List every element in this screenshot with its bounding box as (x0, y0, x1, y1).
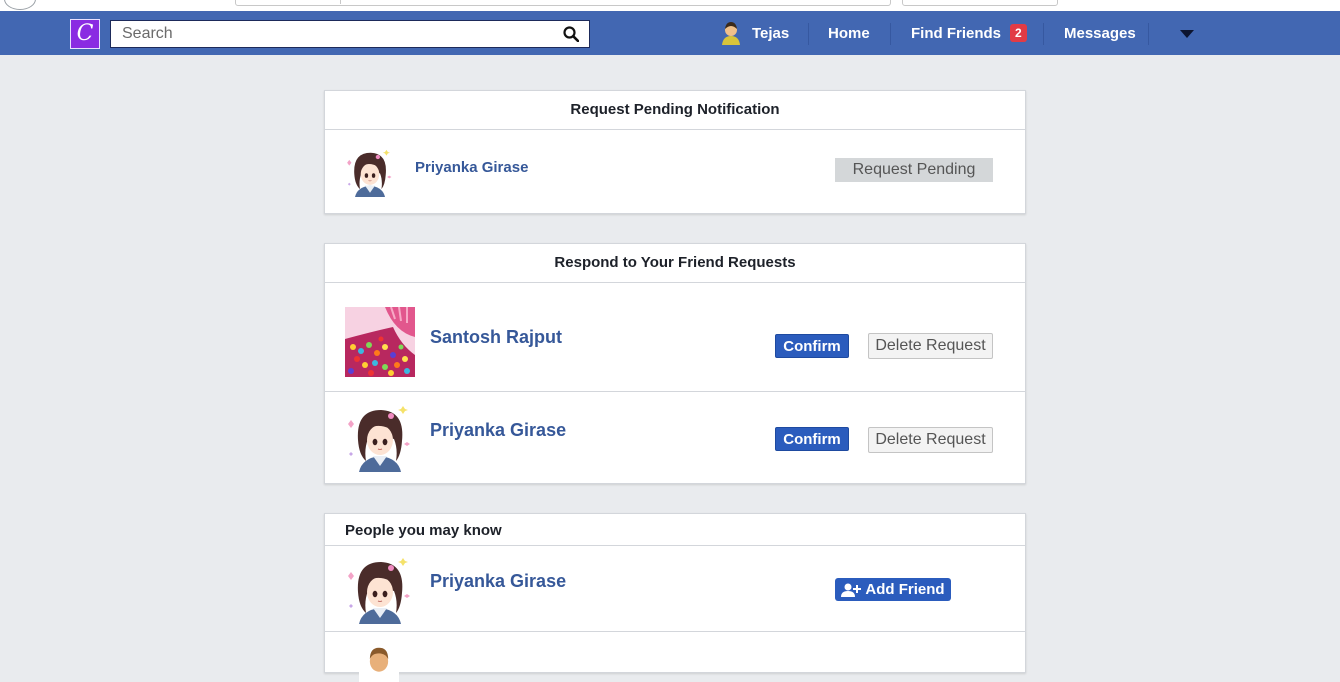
pending-row: Priyanka Girase Request Pending (325, 130, 1025, 204)
suggestion-row (325, 632, 1025, 672)
avatar[interactable] (345, 147, 395, 197)
delete-request-button[interactable]: Delete Request (868, 333, 993, 359)
pending-requests-card: Request Pending Notification Priyanka Gi… (324, 90, 1026, 214)
nav-home-label: Home (828, 24, 870, 42)
search-icon[interactable] (563, 26, 579, 42)
search-input[interactable] (111, 21, 551, 47)
friend-request-row: Santosh Rajput Confirm Delete Request (325, 283, 1025, 392)
requests-card-title: Respond to Your Friend Requests (325, 244, 1025, 283)
avatar[interactable] (345, 554, 415, 624)
site-logo[interactable]: C (70, 19, 100, 49)
confirm-button[interactable]: Confirm (775, 427, 849, 451)
nav-divider (1148, 23, 1149, 45)
browser-chrome (0, 0, 1340, 11)
suggested-user-name[interactable]: Priyanka Girase (430, 571, 566, 592)
request-pending-button[interactable]: Request Pending (835, 158, 993, 182)
nav-messages[interactable]: Messages (1064, 11, 1136, 55)
avatar[interactable] (359, 642, 399, 682)
nav-divider (1043, 23, 1044, 45)
user-avatar-icon (722, 22, 740, 45)
nav-find-friends-label: Find Friends (911, 24, 1001, 42)
nav-divider (890, 23, 891, 45)
browser-back-button[interactable] (4, 0, 36, 10)
confirm-button[interactable]: Confirm (775, 334, 849, 358)
requester-name[interactable]: Santosh Rajput (430, 327, 562, 348)
friend-requests-card: Respond to Your Friend Requests Santosh … (324, 243, 1026, 484)
top-navbar: C Tejas Home Find Friends 2 Messages (0, 11, 1340, 55)
add-friend-button[interactable]: Add Friend (835, 578, 951, 601)
browser-address-bar[interactable] (235, 0, 891, 6)
nav-divider (808, 23, 809, 45)
browser-search-bar[interactable] (902, 0, 1058, 6)
search-box (110, 20, 590, 48)
pending-user-name[interactable]: Priyanka Girase (415, 159, 528, 176)
friend-request-count-badge: 2 (1010, 24, 1027, 42)
suggestion-row: Priyanka Girase Add Friend (325, 546, 1025, 632)
logo-letter: C (76, 21, 94, 46)
add-friend-icon (841, 583, 862, 597)
delete-request-button[interactable]: Delete Request (868, 427, 993, 453)
address-bar-divider (340, 0, 341, 4)
nav-home[interactable]: Home (828, 11, 870, 55)
account-menu-caret-icon[interactable] (1180, 30, 1194, 38)
nav-profile-name: Tejas (752, 24, 790, 42)
nav-find-friends[interactable]: Find Friends 2 (911, 11, 1027, 55)
people-you-may-know-card: People you may know Priyanka Girase Add … (324, 513, 1026, 673)
avatar[interactable] (345, 307, 415, 377)
avatar[interactable] (345, 402, 415, 472)
friend-request-row: Priyanka Girase Confirm Delete Request (325, 392, 1025, 484)
nav-profile[interactable]: Tejas (720, 11, 789, 55)
suggestions-card-title: People you may know (325, 514, 1025, 546)
pending-card-title: Request Pending Notification (325, 91, 1025, 130)
nav-messages-label: Messages (1064, 24, 1136, 42)
requester-name[interactable]: Priyanka Girase (430, 420, 566, 441)
add-friend-label: Add Friend (865, 581, 945, 598)
